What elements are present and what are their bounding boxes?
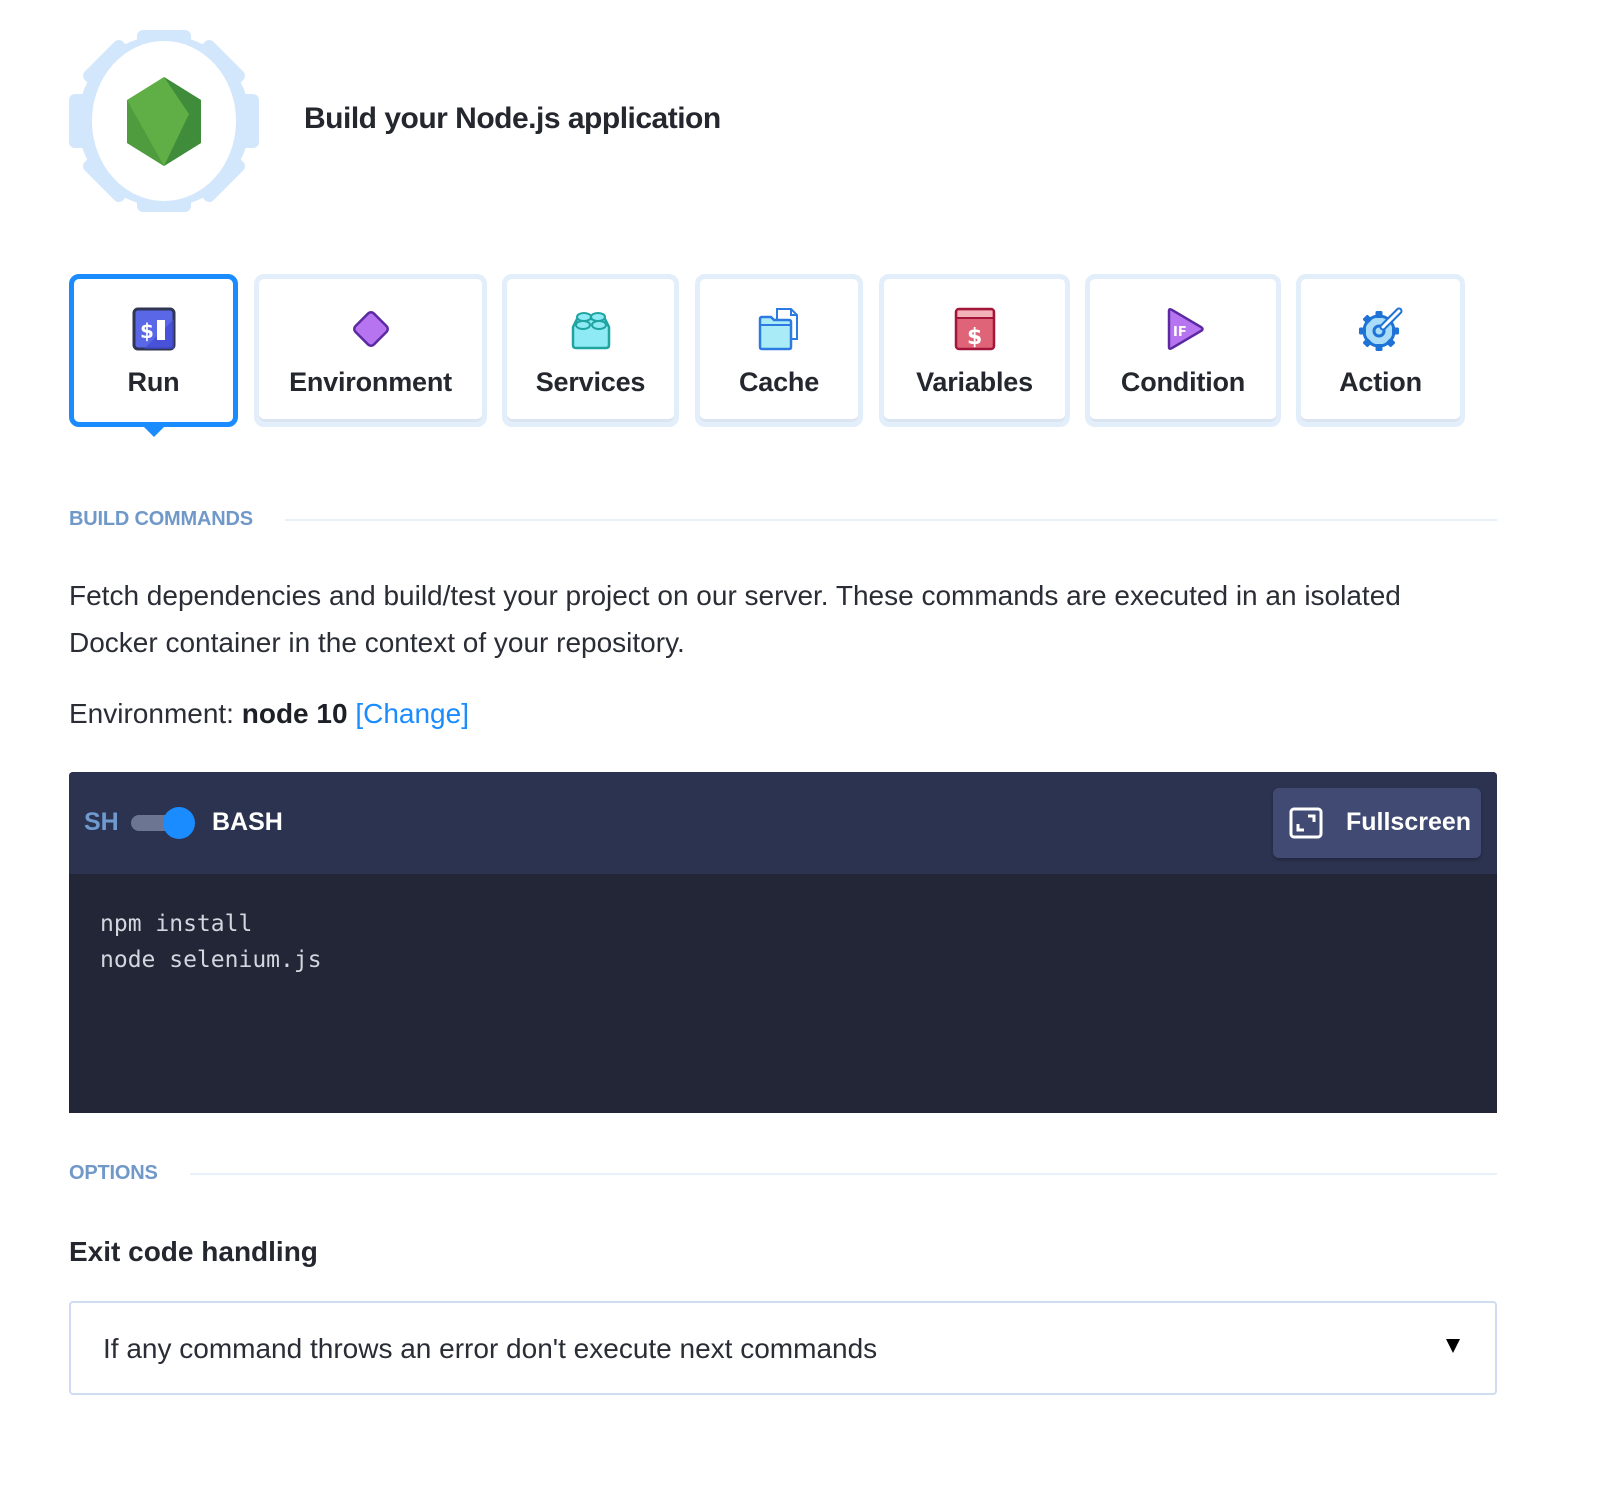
nodejs-logo-icon [69,30,259,212]
tab-label: Run [127,367,180,397]
lego-brick-icon [567,305,615,353]
gear-wrench-icon [1357,305,1405,353]
tab-label: Action [1339,367,1422,397]
section-label: BUILD COMMANDS [69,508,253,530]
fullscreen-label: Fullscreen [1346,808,1472,836]
tab-services[interactable]: Services [502,274,679,427]
chevron-down-icon [1446,1339,1460,1353]
svg-text:IF: IF [1173,325,1187,340]
tab-condition[interactable]: IF Condition [1085,274,1281,427]
page-title: Build your Node.js application [304,102,721,135]
tab-run[interactable]: $ Run [69,274,238,427]
svg-text:$: $ [140,319,154,343]
code-input[interactable]: npm install node selenium.js [69,874,1497,1113]
editor-toolbar: SH BASH Fullscreen [69,772,1497,874]
tab-label: Variables [916,367,1033,397]
svg-text:$: $ [967,325,982,350]
tab-environment[interactable]: Environment [254,274,487,427]
shell-bash-label: BASH [212,808,283,836]
tab-label: Services [535,367,646,397]
environment-line: Environment: node 10 [Change] [69,698,469,730]
folder-file-icon [755,305,803,353]
if-play-icon: IF [1159,305,1207,353]
exit-code-handling-select[interactable]: If any command throws an error don't exe… [69,1301,1497,1395]
tab-action[interactable]: Action [1296,274,1465,427]
fullscreen-button[interactable]: Fullscreen [1273,788,1481,858]
build-commands-description: Fetch dependencies and build/test your p… [69,580,1401,658]
section-label: OPTIONS [69,1162,158,1184]
select-value: If any command throws an error don't exe… [103,1333,878,1364]
tab-cache[interactable]: Cache [695,274,863,427]
divider [284,518,1497,521]
options-section-header: OPTIONS [69,1162,1497,1185]
change-environment-link[interactable]: [Change] [355,698,469,729]
purple-diamond-icon [347,305,395,353]
page-header: Build your Node.js application [69,30,721,212]
tab-label: Cache [738,367,820,397]
dollar-card-icon: $ [951,305,999,353]
terminal-dollar-icon: $ [130,305,178,353]
divider [189,1172,1497,1175]
tab-label: Environment [289,367,452,397]
code-editor: SH BASH Fullscreen npm install node sele… [69,772,1497,1113]
exit-code-handling-label: Exit code handling [69,1236,318,1267]
toggle-knob [163,807,195,839]
fullscreen-icon [1289,807,1323,839]
build-commands-section-header: BUILD COMMANDS [69,508,1497,531]
tab-label: Condition [1120,367,1246,397]
environment-prefix: Environment: [69,698,242,729]
shell-toggle[interactable] [131,806,197,840]
shell-sh-label: SH [84,808,119,836]
tab-variables[interactable]: $ Variables [879,274,1070,427]
environment-value: node 10 [241,698,348,729]
